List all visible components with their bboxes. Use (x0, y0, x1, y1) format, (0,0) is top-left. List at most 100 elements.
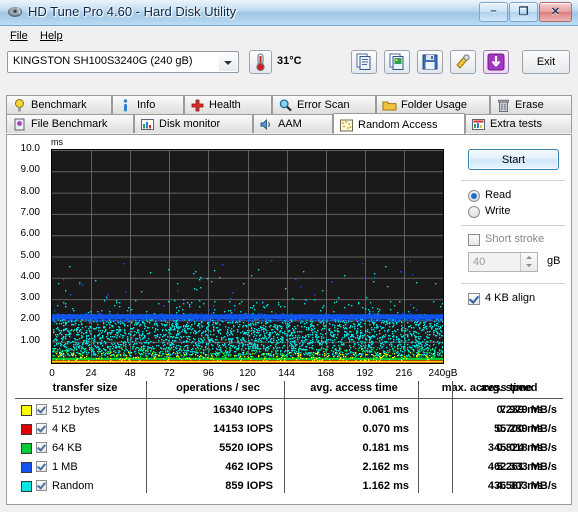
series-visibility-checkbox[interactable] (36, 404, 47, 415)
radio-read-label: Read (485, 189, 512, 201)
title-bar: HD Tune Pro 4.60 - Hard Disk Utility – ❐… (0, 0, 578, 26)
tab-benchmark[interactable]: Benchmark (6, 95, 112, 114)
stepper-up-icon[interactable] (526, 256, 532, 259)
chart-x-tick: 240gB (428, 368, 458, 379)
divider-3 (461, 283, 565, 284)
random-access-panel: ms 10.0 9.00 8.00 7.00 6.00 5.00 4.00 3.00 2.00 1… (6, 134, 572, 505)
copy-icon-button[interactable] (351, 50, 377, 74)
save-icon-button[interactable] (417, 50, 443, 74)
operations-per-sec-value: 462 IOPS (225, 461, 273, 473)
tab-file-benchmark[interactable]: File Benchmark (6, 114, 134, 133)
chart-x-tick: 72 (163, 368, 175, 379)
avg-speed-value: 7.979 MB/s (500, 404, 557, 416)
tab-random-access-label: Random Access (358, 119, 438, 131)
info-icon (123, 99, 128, 112)
align-checkbox-indicator (468, 293, 480, 305)
tab-random-access[interactable]: Random Access (333, 113, 465, 134)
tab-info-label: Info (137, 99, 156, 111)
start-button[interactable]: Start (468, 149, 559, 170)
radio-read-indicator (468, 190, 480, 202)
tab-extra-tests[interactable]: Extra tests (465, 114, 572, 133)
stepper-arrows[interactable] (520, 253, 537, 271)
series-visibility-checkbox[interactable] (36, 423, 47, 434)
stepper-down-icon[interactable] (526, 264, 532, 267)
table-row[interactable]: 1 MB 462 IOPS 2.162 ms 5.261 ms 462.333 MB/s (15, 458, 563, 477)
series-color-swatch (21, 443, 32, 454)
harddisk-icon (8, 7, 22, 17)
align-label: 4 KB align (485, 292, 536, 304)
tab-error-scan[interactable]: Error Scan (272, 95, 376, 114)
series-visibility-checkbox[interactable] (36, 480, 47, 491)
temperature-button[interactable] (249, 50, 272, 74)
magnifier-icon (279, 99, 292, 112)
copy-image-icon-button[interactable] (384, 50, 410, 74)
tab-health[interactable]: Health (184, 95, 272, 114)
chart-y-tick: 3.00 (20, 292, 40, 304)
short-stroke-checkbox-indicator (468, 234, 480, 246)
tools-icon-button[interactable] (450, 50, 476, 74)
series-color-swatch (21, 481, 32, 492)
transfer-size-label: 512 bytes (52, 404, 100, 416)
disk-select-dropdown[interactable]: KINGSTON SH100S3240G (240 gB) (7, 51, 239, 73)
table-column-header: transfer size (52, 382, 118, 394)
exit-label: Exit (536, 56, 556, 68)
chart-x-tick: 192 (356, 368, 374, 379)
table-column-divider (146, 381, 147, 493)
operations-per-sec-value: 14153 IOPS (213, 423, 273, 435)
table-row[interactable]: 64 KB 5520 IOPS 0.181 ms 0.824 ms 345.018 MB… (15, 439, 563, 458)
health-cross-icon (191, 99, 204, 112)
chart-y-tick: 6.00 (20, 228, 40, 240)
divider-1 (461, 180, 565, 181)
table-row[interactable]: 4 KB 14153 IOPS 0.070 ms 0.700 ms 55.289 MB/… (15, 420, 563, 439)
operations-per-sec-value: 16340 IOPS (213, 404, 273, 416)
folder-icon (382, 101, 397, 111)
bulb-icon (15, 99, 24, 112)
menu-help-label: Help (40, 30, 63, 42)
tab-folder-usage[interactable]: Folder Usage (376, 95, 490, 114)
tab-erase-label: Erase (515, 99, 544, 111)
hd-tune-pro-window: HD Tune Pro 4.60 - Hard Disk Utility – ❐… (0, 0, 578, 512)
series-visibility-checkbox[interactable] (36, 461, 47, 472)
maximize-button[interactable]: ❐ (509, 2, 538, 22)
tab-benchmark-label: Benchmark (31, 99, 87, 111)
save-icon (422, 54, 438, 70)
operations-per-sec-value: 5520 IOPS (219, 442, 273, 454)
table-column-divider (284, 381, 285, 493)
chevron-down-icon (224, 61, 232, 65)
tab-disk-monitor[interactable]: Disk monitor (134, 114, 253, 133)
download-icon-button[interactable] (483, 50, 509, 74)
tab-aam[interactable]: AAM (253, 114, 333, 133)
file-benchmark-icon (14, 118, 25, 131)
tab-info[interactable]: Info (112, 95, 184, 114)
table-column-divider (452, 381, 453, 493)
tab-error-scan-label: Error Scan (297, 99, 350, 111)
copy-icon (356, 53, 371, 70)
avg-speed-value: 462.333 MB/s (487, 461, 557, 473)
table-column-header: operations / sec (176, 382, 260, 394)
menu-help[interactable]: Help (34, 29, 69, 43)
chart-x-tick: 216 (395, 368, 413, 379)
disk-select-value: KINGSTON SH100S3240G (240 gB) (13, 55, 193, 67)
disk-monitor-icon (141, 119, 154, 130)
chart-y-tick: 10.0 (20, 143, 40, 154)
table-row[interactable]: Random 859 IOPS 1.162 ms 4.587 ms 436.303 MB… (15, 477, 563, 496)
scatter-dots-icon (340, 119, 353, 132)
tab-folder-usage-label: Folder Usage (401, 99, 468, 111)
start-label: Start (501, 154, 526, 166)
trash-icon (498, 99, 509, 112)
chart-x-tick: 24 (85, 368, 97, 379)
disk-select-arrow-box[interactable] (219, 53, 237, 71)
short-stroke-size-stepper[interactable]: 40 (468, 252, 538, 272)
avg-access-time-value: 0.181 ms (362, 442, 409, 454)
tab-erase[interactable]: Erase (490, 95, 572, 114)
exit-button[interactable]: Exit (522, 50, 570, 74)
table-row[interactable]: 512 bytes 16340 IOPS 0.061 ms 0.239 ms 7.979… (15, 401, 563, 420)
close-button[interactable]: ✕ (539, 2, 572, 22)
series-visibility-checkbox[interactable] (36, 442, 47, 453)
transfer-size-label: 1 MB (52, 461, 78, 473)
thermometer-icon (256, 53, 265, 72)
menu-file[interactable]: File (4, 29, 34, 43)
short-stroke-size-value: 40 (473, 256, 486, 268)
minimize-button[interactable]: – (479, 2, 508, 22)
copy-image-icon (389, 53, 404, 70)
